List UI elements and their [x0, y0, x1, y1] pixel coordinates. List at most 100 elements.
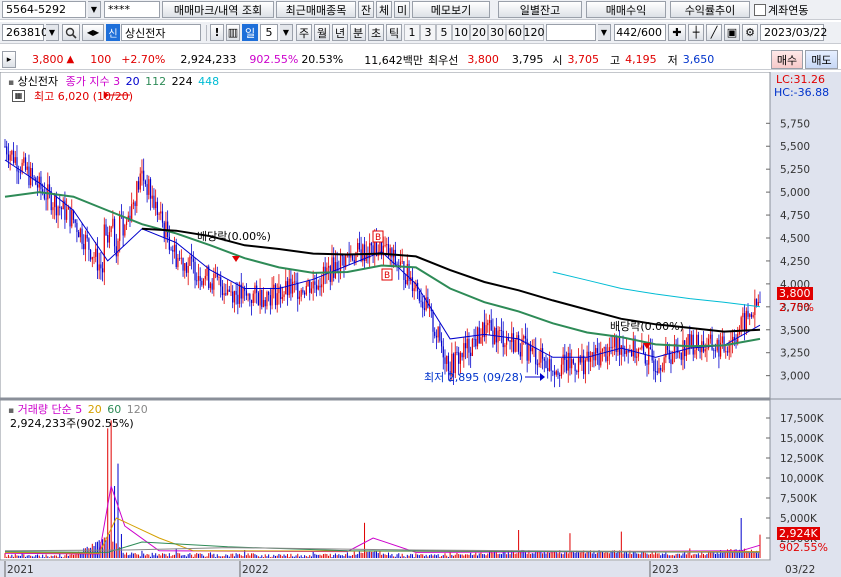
candle-body — [754, 298, 756, 316]
interval-group: 1 3 5 10 20 30 60 120 — [404, 24, 545, 41]
candle-body — [576, 371, 578, 373]
chevron-down-icon[interactable]: ▼ — [598, 24, 611, 41]
candle-body — [98, 264, 100, 271]
interval-5[interactable]: 5 — [436, 24, 452, 41]
candle-body — [245, 290, 247, 296]
prev-next-stock-button[interactable]: ◀▶ — [82, 24, 104, 41]
candle-body — [420, 300, 422, 302]
interval-input[interactable] — [546, 24, 596, 41]
sell-button[interactable]: 매도 — [805, 50, 838, 69]
period-day-tab[interactable]: 일 — [242, 24, 258, 41]
chart-area[interactable]: 3,000 3,250 3,500 3,750 4,000 4,250 4,500 4,750… — [0, 71, 841, 577]
period-tick-tab[interactable]: 틱 — [386, 24, 402, 41]
calendar-icon[interactable]: ▦ — [12, 90, 25, 102]
chevron-down-icon[interactable]: ▼ — [46, 24, 59, 41]
crosshair-button[interactable]: ┼ — [688, 24, 704, 41]
candle-body — [728, 345, 730, 353]
trade-amount: 11,642백만 — [364, 53, 423, 67]
candle-body — [747, 310, 749, 317]
candle-body — [91, 257, 93, 260]
search-button[interactable] — [62, 24, 80, 41]
interval-30[interactable]: 30 — [488, 24, 506, 41]
candle-body — [755, 298, 758, 306]
candle-body — [536, 364, 539, 366]
x-tick-label: 2022 — [242, 564, 269, 576]
candle-body — [168, 236, 170, 250]
execution-button[interactable]: 체 — [376, 1, 392, 18]
bars-icon: ▥ — [227, 26, 239, 39]
candle-body — [634, 338, 636, 358]
period-year-tab[interactable]: 년 — [332, 24, 348, 41]
candle-body — [353, 259, 355, 263]
save-button[interactable]: ▣ — [724, 24, 740, 41]
balance-button[interactable]: 잔 — [358, 1, 374, 18]
interval-120[interactable]: 120 — [524, 24, 545, 41]
daily-balance-button[interactable]: 일별잔고 — [498, 1, 582, 18]
candle-body — [9, 154, 11, 161]
candle-body — [160, 211, 162, 214]
candle-body — [286, 281, 289, 296]
candle-body — [567, 352, 569, 371]
interval-20[interactable]: 20 — [470, 24, 488, 41]
dividend-annotation-2: 배당락(0.00%) — [610, 320, 684, 333]
settings-button[interactable]: ⚙ — [742, 24, 758, 41]
count-field[interactable]: 442/600 — [614, 24, 666, 41]
pin-button[interactable]: ✚ — [668, 24, 686, 41]
candle-body — [36, 184, 39, 188]
top-toolbar: 5564-5292 ▼ **** 매매마크/내역 조회 최근매매종목 잔 체 미… — [0, 0, 841, 20]
expand-button[interactable]: ▸ — [2, 51, 16, 68]
interval-3[interactable]: 3 — [420, 24, 436, 41]
interval-10[interactable]: 10 — [452, 24, 470, 41]
candle-body — [278, 286, 280, 294]
period-week-tab[interactable]: 주 — [296, 24, 312, 41]
candle-body — [146, 184, 148, 195]
candle-body — [519, 351, 521, 357]
candle-body — [173, 244, 176, 252]
period-minute-tab[interactable]: 분 — [350, 24, 366, 41]
candle-body — [7, 154, 10, 161]
chevron-down-icon[interactable]: ▼ — [280, 24, 293, 41]
candle-body — [107, 235, 109, 243]
account-link-toggle[interactable]: 계좌연동 — [754, 2, 808, 18]
candle-body — [329, 266, 331, 282]
profit-trend-button[interactable]: 수익률추이 — [670, 1, 750, 18]
candle-body — [66, 209, 68, 220]
candle-body — [596, 348, 598, 354]
account-select[interactable]: 5564-5292 — [2, 1, 86, 18]
date-field[interactable]: 2023/03/22 — [760, 24, 827, 41]
stock-code-field[interactable]: 263810 — [2, 24, 48, 41]
candle-body — [290, 278, 292, 294]
stock-name-field[interactable]: 상신전자 — [121, 24, 201, 41]
volume-value: 2,924,233 — [180, 53, 237, 66]
candle — [257, 291, 259, 306]
y-tick-label: 3,500 — [780, 325, 810, 337]
draw-line-button[interactable]: ╱ — [706, 24, 722, 41]
candle-body — [504, 344, 506, 348]
period-value-field[interactable]: 5 — [260, 24, 278, 41]
period-month-tab[interactable]: 월 — [314, 24, 330, 41]
memo-button[interactable]: 메모보기 — [412, 1, 490, 18]
candle-body — [202, 278, 205, 286]
candle-body — [624, 349, 626, 355]
tab-trade-marks[interactable]: 매매마크/내역 조회 — [162, 1, 274, 18]
trade-profit-button[interactable]: 매매수익 — [586, 1, 666, 18]
interval-60[interactable]: 60 — [506, 24, 524, 41]
unfilled-button[interactable]: 미 — [394, 1, 410, 18]
buy-button[interactable]: 매수 — [771, 50, 803, 69]
candle-body — [473, 338, 475, 340]
candle-body — [149, 179, 152, 199]
alert-button[interactable]: ! — [210, 24, 224, 41]
chart-svg[interactable]: 3,0003,2503,5003,7504,0004,2504,5004,750… — [0, 71, 841, 577]
tab-recent-trades[interactable]: 최근매매종목 — [276, 1, 356, 18]
period-second-tab[interactable]: 초 — [368, 24, 384, 41]
interval-1[interactable]: 1 — [404, 24, 420, 41]
info-button[interactable]: ▥ — [226, 24, 240, 41]
candle-body — [721, 336, 723, 343]
best-ask: 3,800 — [467, 53, 499, 66]
candle-body — [685, 349, 687, 357]
checkbox[interactable] — [754, 3, 766, 16]
password-field[interactable]: **** — [104, 1, 160, 18]
candle-body — [262, 300, 265, 308]
chevron-down-icon[interactable]: ▼ — [88, 1, 101, 18]
candle-body — [607, 356, 609, 361]
